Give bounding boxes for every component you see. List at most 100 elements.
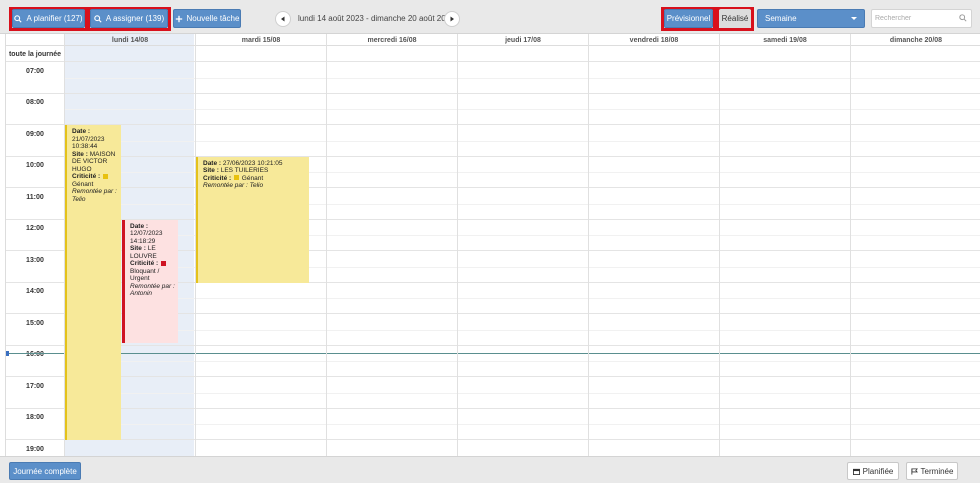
planifiee-legend-button[interactable]: Planifiée [847,462,899,480]
day-header[interactable]: vendredi 18/08 [588,34,719,46]
task-event[interactable]: Date : 21/07/2023 10:38:44 Site : MAISON … [64,125,121,440]
event-field-value: 27/06/2023 10:21:05 [222,159,283,167]
day-column-divider [850,34,851,456]
search-icon [959,14,967,22]
flag-icon [910,467,918,475]
event-reporter: Remontée par : Antonin [130,282,175,298]
search-icon [94,14,102,23]
event-field-value: 21/07/2023 10:38:44 [72,135,105,151]
time-label: 12:00 [26,225,44,232]
event-field: Site : MAISON DE VICTOR HUGO [72,151,118,174]
next-week-button[interactable] [444,11,460,27]
search-input[interactable] [871,9,972,28]
time-label: 16:00 [26,351,44,358]
day-header[interactable]: mercredi 16/08 [326,34,457,46]
event-field-value: Génant [241,174,264,182]
day-header[interactable]: lundi 14/08 [64,34,195,46]
time-label: 09:00 [26,130,44,138]
event-field-label: Date : [130,222,149,230]
previsionnel-button[interactable]: Prévisionnel [664,9,713,28]
time-label: 11:00 [26,193,44,201]
half-hour-line [64,298,980,300]
task-event[interactable]: Date : 27/06/2023 10:21:05 Site : LES TUI… [195,156,309,283]
realise-button[interactable]: Réalisé [719,9,751,28]
chevron-right-icon [450,16,454,22]
criticality-square-icon [233,175,239,181]
half-hour-line [64,140,980,142]
day-column-divider [326,34,327,456]
task-event[interactable]: Date : 12/07/2023 14:18:29 Site : LE LOUV… [122,219,178,343]
half-hour-line [64,329,980,331]
toolbar: A planifier (127) A assigner (139) Nouve… [0,0,980,34]
hour-line [6,344,980,346]
view-select-value: Semaine [765,14,797,23]
event-field: Site : LES TUILERIES [203,167,306,175]
day-column-divider [719,34,720,456]
event-field-label: Criticité : [130,260,159,267]
previous-week-button[interactable] [275,11,291,27]
time-label: 17:00 [26,382,44,390]
event-field-label: Date : [203,159,222,167]
half-hour-line [64,109,980,111]
chevron-down-icon [851,17,857,20]
current-time-line [6,353,980,355]
event-field-value: LES TUILERIES [220,167,269,174]
event-field-label: Criticité : [203,174,232,182]
terminee-legend-button[interactable]: Terminée [906,462,958,480]
criticality-square-icon [160,260,166,266]
day-header[interactable]: jeudi 17/08 [457,34,588,46]
event-field-label: Site : [72,150,88,158]
current-time-marker [6,351,9,357]
event-field: Criticité : Génant [72,173,118,188]
event-field: Site : LE LOUVRE [130,245,175,260]
hour-line [6,155,980,157]
day-column-divider [588,34,589,456]
time-grid[interactable]: 07:00 08:00 09:00 10:00 11:00 12:00 13:00 14:00… [6,61,980,456]
hour-line [6,376,980,377]
hour-line [6,92,980,94]
half-hour-line [64,361,980,363]
journee-complete-button[interactable]: Journée complète [9,462,81,480]
hour-line [6,124,980,125]
date-range: lundi 14 août 2023 - dimanche 20 août 20… [298,14,455,23]
event-field: Criticité : Génant [203,175,306,183]
event-field: Date : 27/06/2023 10:21:05 [203,160,306,168]
day-column-divider [195,34,196,456]
event-field: Remontée par : Telio [203,182,306,190]
time-label: 14:00 [26,288,44,295]
day-column-divider [457,34,458,456]
search-icon [14,14,23,23]
a-assigner-button[interactable]: A assigner (139) [90,9,168,28]
time-label: 13:00 [26,256,44,264]
event-reporter: Remontée par : Telio [203,182,264,189]
day-header[interactable]: mardi 15/08 [195,34,326,46]
a-planifier-label: A planifier (127) [26,14,83,23]
hour-line [6,407,980,409]
all-day-label: toute la journée [8,50,62,58]
nouvelle-tache-button[interactable]: Nouvelle tâche [173,9,241,28]
day-header-row: lundi 14/08 mardi 15/08 mercredi 16/08 jeud… [6,34,980,46]
a-planifier-button[interactable]: A planifier (127) [12,9,85,28]
half-hour-line [64,392,980,394]
event-field-value: Génant [72,180,94,188]
time-label: 07:00 [26,67,44,75]
event-field: Criticité : Bloquant / Urgent [130,260,175,283]
event-field-label: Site : [130,245,146,252]
footer: Journée complète Planifiée Terminée [0,456,980,483]
day-header[interactable]: dimanche 20/08 [850,34,980,46]
view-select[interactable]: Semaine [757,9,865,28]
calendar-icon [852,468,860,475]
terminee-label: Terminée [920,466,954,476]
day-header[interactable]: samedi 19/08 [719,34,850,46]
journee-complete-label: Journée complète [13,466,77,476]
half-hour-line [64,424,980,426]
event-field: Date : 21/07/2023 10:38:44 [72,128,118,151]
time-label: 08:00 [26,99,44,106]
time-label: 15:00 [26,319,44,327]
event-field-label: Site : [203,167,219,174]
event-field-value: Bloquant / Urgent [130,267,160,283]
calendar: lundi 14/08 mardi 15/08 mercredi 16/08 jeud… [5,34,980,456]
hour-line [6,61,980,62]
event-field: Remontée par : Telio [72,188,118,203]
time-label: 18:00 [26,414,44,421]
